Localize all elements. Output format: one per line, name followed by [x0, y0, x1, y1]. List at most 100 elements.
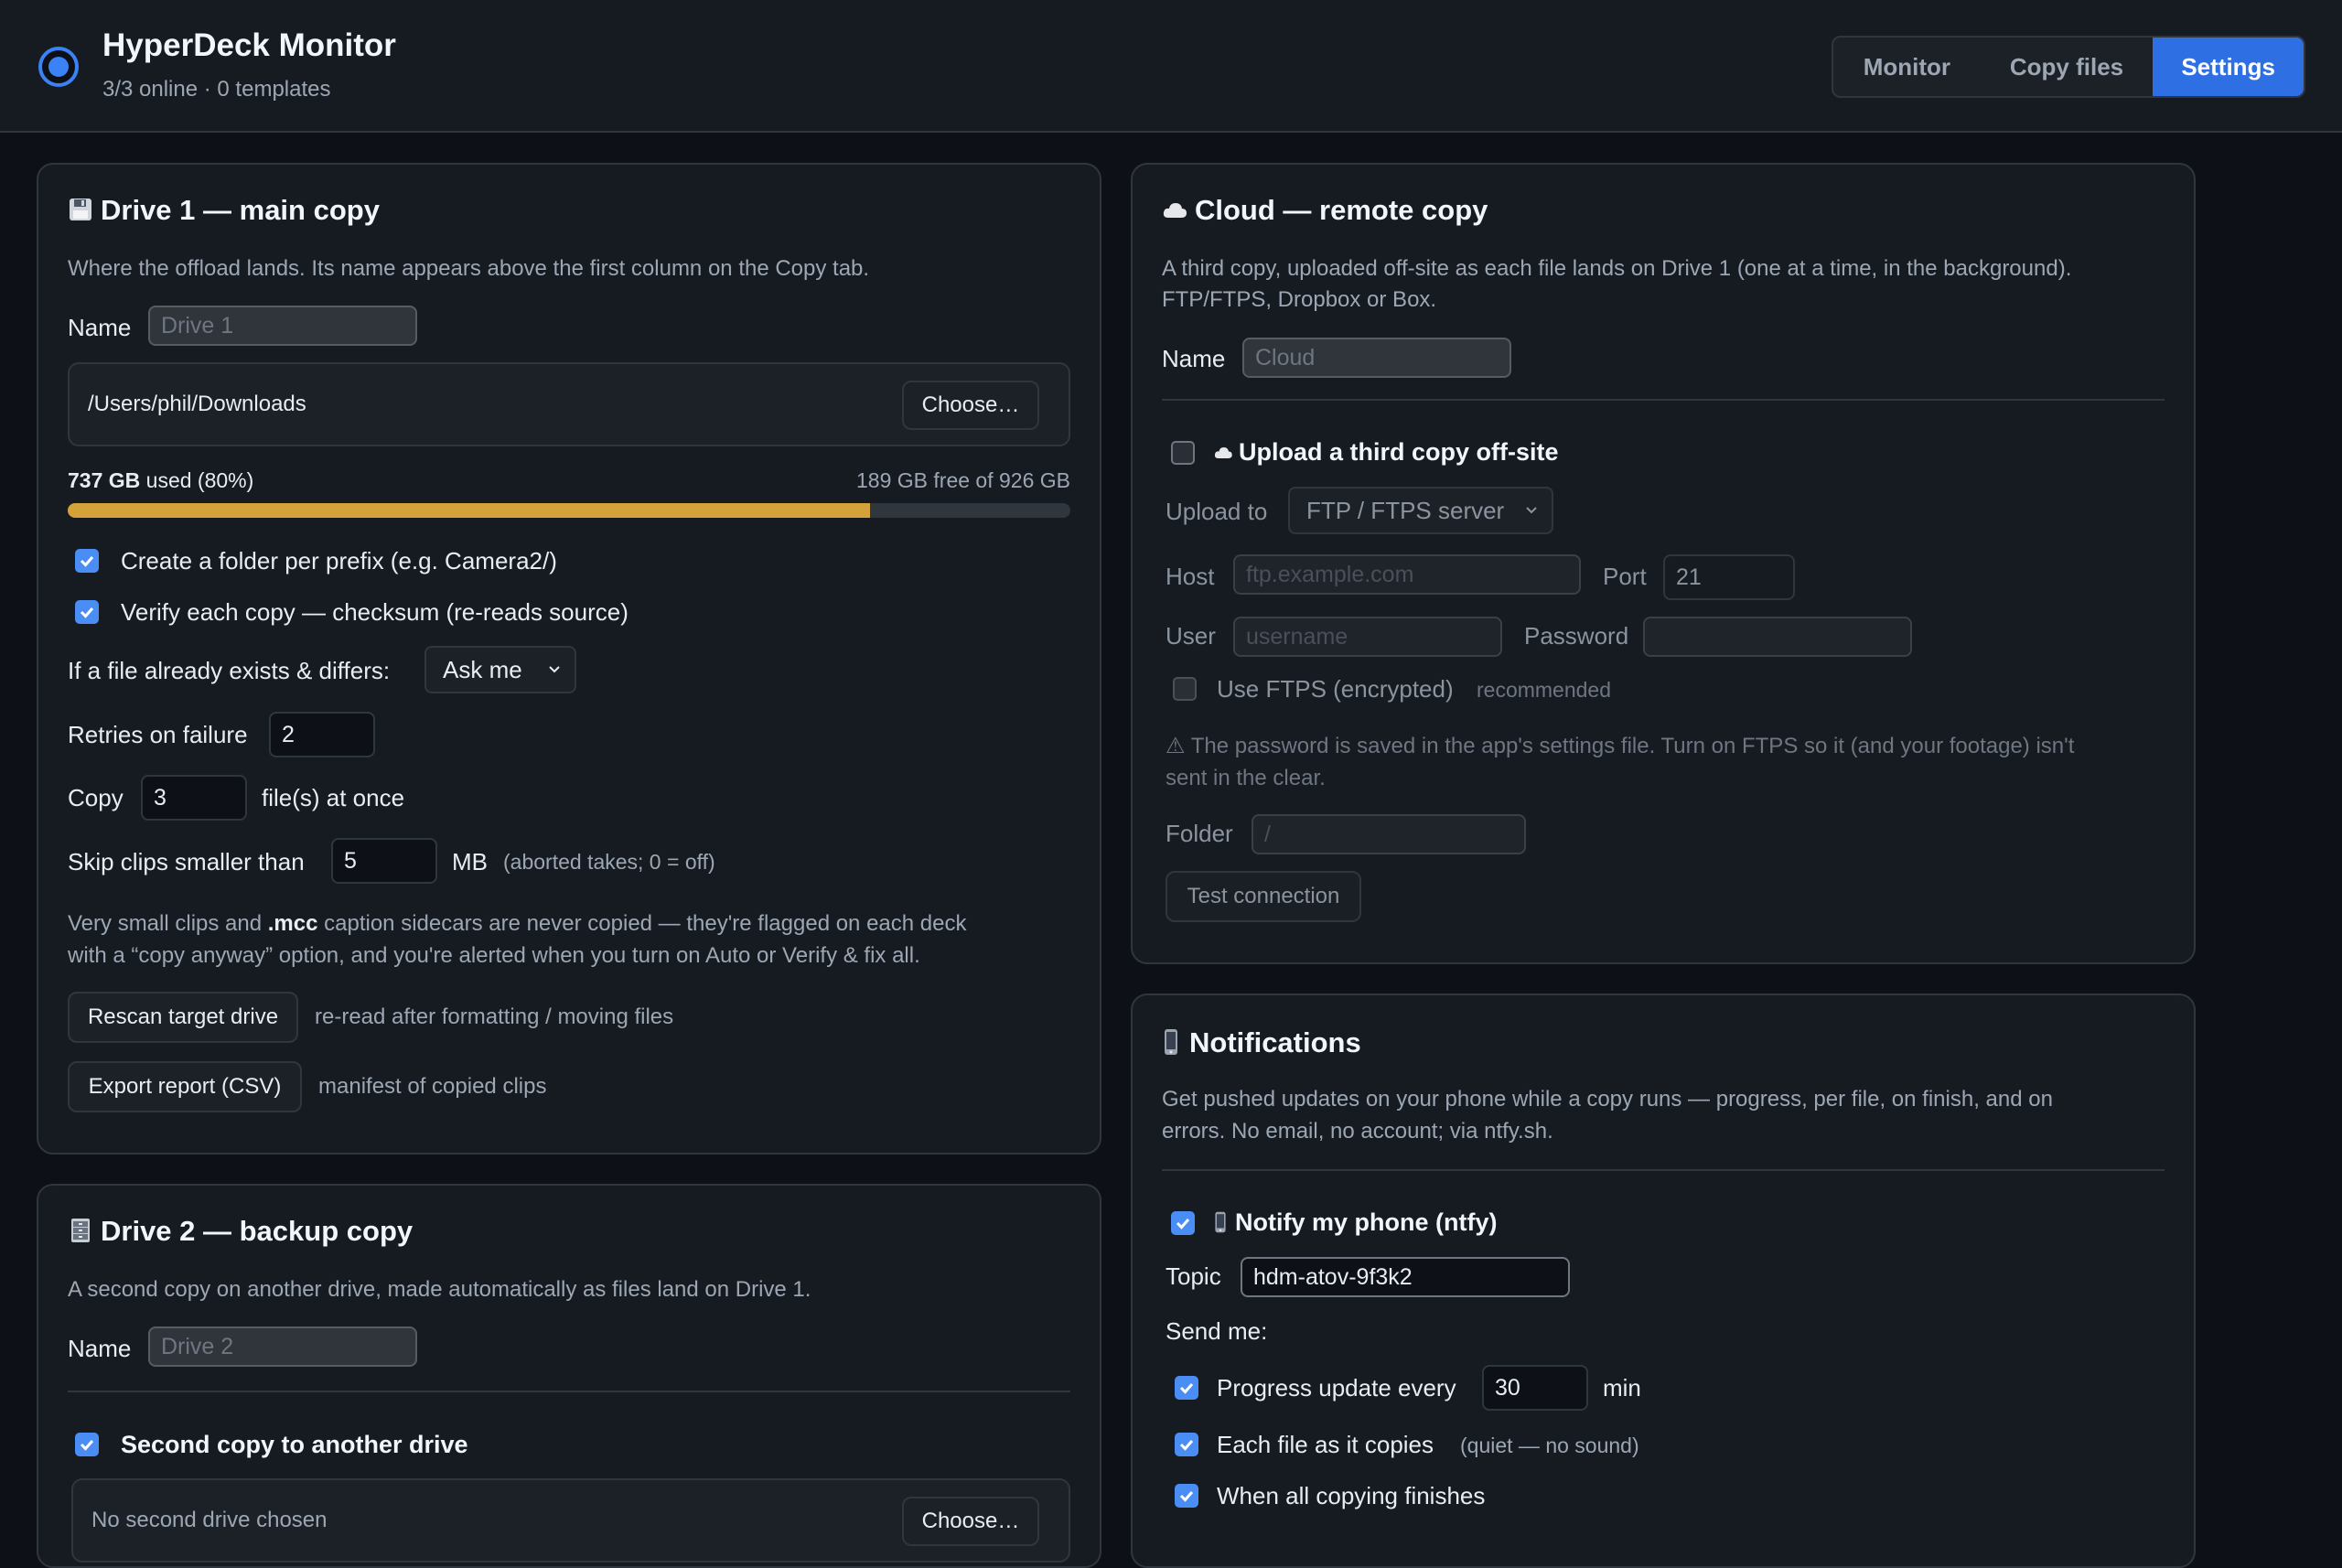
- verify-copy-checkbox[interactable]: [75, 600, 99, 624]
- drive1-path: /Users/phil/Downloads: [88, 392, 306, 416]
- drive2-title: Drive 2 — backup copy: [68, 1215, 413, 1248]
- app-subtitle: 3/3 online · 0 templates: [102, 77, 331, 102]
- drive2-name-input[interactable]: Drive 2: [148, 1326, 417, 1367]
- notify-phone-checkbox[interactable]: [1171, 1211, 1195, 1235]
- upload-to-select[interactable]: FTP / FTPS server: [1288, 487, 1553, 534]
- drive1-choose-button[interactable]: Choose…: [902, 381, 1039, 430]
- upload-offsite-text: Upload a third copy off-site: [1239, 438, 1559, 466]
- top-bar: HyperDeck Monitor 3/3 online · 0 templat…: [0, 0, 2342, 133]
- cloud-divider: [1162, 399, 2165, 401]
- copy-concurrency-label: Copy: [68, 784, 124, 811]
- each-file-checkbox[interactable]: [1175, 1433, 1198, 1456]
- folder-per-prefix-label: Create a folder per prefix (e.g. Camera2…: [121, 547, 557, 575]
- cloud-small-icon: [1213, 439, 1233, 458]
- drive2-path-box: No second drive chosen Choose…: [71, 1478, 1070, 1563]
- second-copy-checkbox[interactable]: [75, 1433, 99, 1456]
- upload-to-value: FTP / FTPS server: [1306, 496, 1505, 524]
- floppy-disk-icon: [68, 197, 93, 222]
- rescan-hint: re-read after formatting / moving files: [315, 1004, 674, 1029]
- host-input[interactable]: ftp.example.com: [1233, 554, 1581, 595]
- cloud-description-line1: A third copy, uploaded off-site as each …: [1162, 256, 2072, 281]
- user-input[interactable]: username: [1233, 617, 1502, 657]
- password-input[interactable]: [1643, 617, 1912, 657]
- notifications-title-text: Notifications: [1189, 1026, 1361, 1058]
- cloud-name-input[interactable]: Cloud: [1242, 338, 1511, 378]
- skip-small-label: Skip clips smaller than: [68, 848, 305, 875]
- user-label: User: [1166, 622, 1216, 650]
- tab-bar: Monitor Copy files Settings: [1832, 36, 2305, 98]
- skip-small-unit: MB: [452, 848, 488, 875]
- tab-monitor[interactable]: Monitor: [1833, 38, 1981, 96]
- file-exists-select[interactable]: Ask me: [424, 646, 576, 693]
- drive1-name-input[interactable]: Drive 1: [148, 306, 417, 346]
- status-indicator-icon: [38, 47, 79, 87]
- progress-update-checkbox[interactable]: [1175, 1376, 1198, 1400]
- drive2-path-placeholder: No second drive chosen: [91, 1508, 328, 1532]
- drive1-title: Drive 1 — main copy: [68, 194, 380, 227]
- drive2-title-text: Drive 2 — backup copy: [101, 1215, 414, 1247]
- upload-offsite-checkbox[interactable]: [1171, 441, 1195, 465]
- drive1-title-text: Drive 1 — main copy: [101, 194, 380, 226]
- drive2-card: Drive 2 — backup copy A second copy on a…: [37, 1184, 1101, 1568]
- drive2-choose-button[interactable]: Choose…: [902, 1497, 1039, 1546]
- use-ftps-hint: recommended: [1477, 678, 1612, 702]
- progress-interval-input[interactable]: 30: [1482, 1365, 1588, 1411]
- all-done-label: When all copying finishes: [1217, 1482, 1486, 1509]
- skip-small-hint: (aborted takes; 0 = off): [503, 850, 715, 874]
- drive1-used-amount: 737 GB: [68, 468, 141, 492]
- second-copy-label: Second copy to another drive: [121, 1431, 468, 1458]
- tab-settings[interactable]: Settings: [2153, 38, 2304, 96]
- cloud-card: Cloud — remote copy A third copy, upload…: [1131, 163, 2196, 964]
- notifications-card: Notifications Get pushed updates on your…: [1131, 993, 2196, 1568]
- small-clips-note-a: Very small clips and: [68, 911, 268, 936]
- use-ftps-checkbox[interactable]: [1173, 677, 1197, 701]
- use-ftps-label: Use FTPS (encrypted): [1217, 675, 1454, 703]
- drive1-path-box: /Users/phil/Downloads Choose…: [68, 362, 1070, 446]
- mobile-phone-small-icon: [1213, 1211, 1228, 1233]
- notifications-divider: [1162, 1169, 2165, 1171]
- password-warning-line2: sent in the clear.: [1166, 766, 1326, 790]
- cloud-title: Cloud — remote copy: [1162, 194, 1488, 227]
- file-exists-value: Ask me: [443, 655, 522, 683]
- file-cabinet-icon: [68, 1218, 93, 1243]
- app-title: HyperDeck Monitor: [102, 27, 396, 63]
- notifications-title: Notifications: [1162, 1025, 1361, 1059]
- chevron-down-icon: [549, 666, 560, 673]
- password-label: Password: [1524, 622, 1629, 650]
- verify-copy-label: Verify each copy — checksum (re-reads so…: [121, 598, 628, 626]
- drive2-description: A second copy on another drive, made aut…: [68, 1277, 811, 1302]
- each-file-hint: (quiet — no sound): [1460, 1434, 1639, 1457]
- topic-input[interactable]: hdm-atov-9f3k2: [1241, 1257, 1570, 1297]
- send-me-label: Send me:: [1166, 1317, 1268, 1345]
- password-warning-line1: ⚠ The password is saved in the app's set…: [1166, 734, 2075, 758]
- cloud-description-line2: FTP/FTPS, Dropbox or Box.: [1162, 287, 1437, 312]
- notify-phone-label: Notify my phone (ntfy): [1213, 1208, 1497, 1237]
- small-clips-note-b: .mcc: [267, 911, 318, 936]
- tab-copy-files[interactable]: Copy files: [1981, 38, 2154, 96]
- port-label: Port: [1603, 563, 1647, 590]
- all-done-checkbox[interactable]: [1175, 1484, 1198, 1508]
- export-report-button[interactable]: Export report (CSV): [68, 1061, 302, 1112]
- folder-input[interactable]: /: [1252, 814, 1526, 854]
- progress-update-label: Progress update every: [1217, 1374, 1456, 1402]
- small-clips-note-line2: with a “copy anyway” option, and you're …: [68, 943, 920, 968]
- drive1-usage-bar: [68, 503, 1070, 518]
- copy-concurrency-input[interactable]: 3: [141, 775, 247, 821]
- notify-phone-text: Notify my phone (ntfy): [1235, 1208, 1498, 1236]
- test-connection-button[interactable]: Test connection: [1166, 871, 1361, 922]
- file-exists-label: If a file already exists & differs:: [68, 657, 391, 684]
- skip-small-input[interactable]: 5: [331, 838, 437, 884]
- folder-label: Folder: [1166, 820, 1233, 847]
- folder-per-prefix-checkbox[interactable]: [75, 549, 99, 573]
- rescan-target-button[interactable]: Rescan target drive: [68, 992, 298, 1043]
- retries-input[interactable]: 2: [269, 712, 375, 757]
- notifications-description-line1: Get pushed updates on your phone while a…: [1162, 1087, 2053, 1112]
- chevron-down-icon: [1526, 507, 1537, 514]
- copy-concurrency-suffix: file(s) at once: [262, 784, 405, 811]
- cloud-title-text: Cloud — remote copy: [1195, 194, 1488, 226]
- upload-offsite-label: Upload a third copy off-site: [1213, 438, 1559, 467]
- port-input[interactable]: 21: [1663, 554, 1795, 600]
- notifications-description-line2: errors. No email, no account; via ntfy.s…: [1162, 1119, 1553, 1144]
- mobile-phone-icon: [1162, 1028, 1180, 1056]
- drive1-used-suffix: used (80%): [140, 468, 254, 492]
